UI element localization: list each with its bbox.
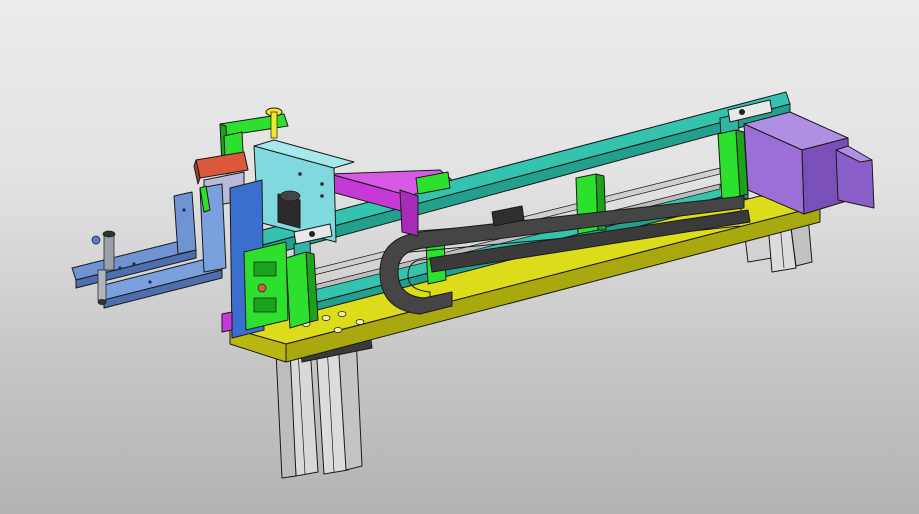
blue-pick-arms	[71, 183, 227, 309]
cad-assembly-scene	[71, 91, 875, 479]
cad-viewport[interactable]	[0, 0, 919, 514]
